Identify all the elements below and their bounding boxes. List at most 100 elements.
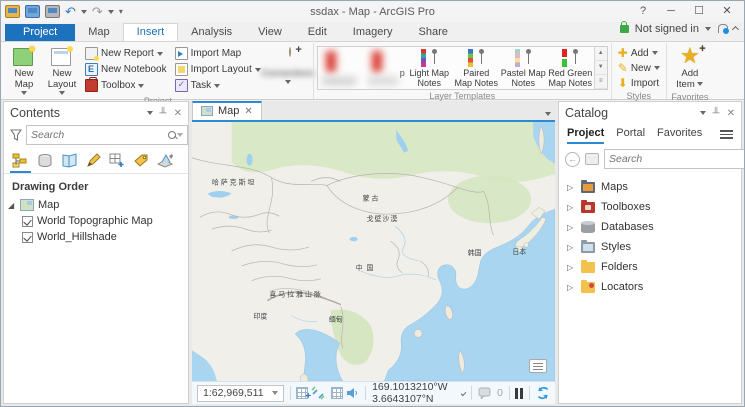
tab-project[interactable]: Project [5,24,75,41]
expand-icon[interactable]: ◢ [8,201,16,210]
collapse-ribbon-icon[interactable] [732,25,739,32]
tab-share[interactable]: Share [406,24,461,41]
redo-dropdown-icon[interactable] [108,10,114,14]
minimize-button[interactable]: ─ [658,3,684,20]
list-by-data-source-button[interactable] [35,151,55,173]
catalog-item-databases[interactable]: ▷ Databases [561,217,739,237]
expand-icon[interactable]: ▷ [567,243,575,252]
notifications-bell-icon[interactable] [717,24,727,35]
list-by-labeling-button[interactable] [131,151,151,173]
add-item-button[interactable]: ★ Add Item [670,45,710,91]
tab-view[interactable]: View [245,24,295,41]
tab-imagery[interactable]: Imagery [340,24,406,41]
expand-icon[interactable]: ▷ [567,203,575,212]
redo-icon[interactable]: ↷ [92,5,103,18]
catalog-tab-portal[interactable]: Portal [616,125,645,144]
save-project-icon[interactable] [45,5,60,18]
map-view-tab[interactable]: Map ✕ [192,101,262,120]
new-bookmark-icon[interactable] [296,386,305,400]
new-layout-button[interactable]: New Layout [44,45,80,95]
snapping-toggle-icon[interactable] [311,386,325,400]
new-report-button[interactable]: New Report [82,46,170,61]
tab-map[interactable]: Map [75,24,122,41]
import-map-button[interactable]: Import Map [172,46,264,61]
expand-icon[interactable]: ▷ [567,183,575,192]
styles-import-button[interactable]: ⬇Import [615,76,663,90]
catalog-search-input[interactable] [609,153,745,165]
tab-analysis[interactable]: Analysis [178,24,245,41]
undo-dropdown-icon[interactable] [81,10,87,14]
tab-edit[interactable]: Edit [295,24,340,41]
catalog-tab-favorites[interactable]: Favorites [657,125,702,144]
map-overview-button[interactable] [529,359,547,373]
styles-add-button[interactable]: ✚Add [615,46,663,60]
pin-icon[interactable]: ╨ [160,108,167,119]
undo-icon[interactable]: ↶ [65,5,76,18]
connections-button[interactable]: + Connections [266,45,310,84]
open-project-icon[interactable] [25,5,40,18]
pause-drawing-button[interactable] [515,388,523,399]
new-notebook-button[interactable]: New Notebook [82,62,170,77]
expand-icon[interactable]: ▷ [567,283,575,292]
sound-icon[interactable] [345,386,359,400]
search-icon[interactable] [168,131,177,140]
redacted-gallery-item[interactable] [318,47,362,89]
view-list-dropdown-icon[interactable] [545,112,551,116]
map-canvas[interactable]: 哈萨克斯坦 蒙古 戈壁沙漠 韩国 日本 中国 喜马拉雅山脉 印度 缅甸 [192,122,555,381]
scale-select[interactable]: 1:62,969,511 [197,385,284,402]
customize-qat-icon[interactable]: ▾ [119,7,123,16]
styles-new-button[interactable]: ✎New [615,61,663,75]
red-green-map-notes-button[interactable]: Red Green Map Notes [547,47,594,89]
pastel-map-notes-button[interactable]: Pastel Map Notes [500,47,547,89]
refresh-icon[interactable] [536,386,550,400]
close-pane-icon[interactable]: ✕ [174,108,182,119]
catalog-item-styles[interactable]: ▷ Styles [561,237,739,257]
toolbox-button[interactable]: Toolbox [82,78,170,93]
contents-search[interactable] [26,125,188,145]
layer-row[interactable]: World Topographic Map [4,213,188,229]
list-by-snapping-button[interactable] [107,151,127,173]
new-project-icon[interactable] [5,5,20,18]
import-layout-button[interactable]: Import Layout [172,62,264,77]
contents-search-input[interactable] [31,129,168,141]
layer-row[interactable]: World_Hillshade [4,229,188,245]
list-by-drawing-order-button[interactable] [10,151,31,173]
coordinates-dropdown-icon[interactable] [461,390,467,396]
signin-dropdown-icon[interactable] [705,27,711,31]
pin-icon[interactable]: ╨ [713,108,720,119]
layer-checkbox[interactable] [22,232,33,243]
catalog-item-maps[interactable]: ▷ Maps [561,177,739,197]
coordinates-display[interactable]: 169.1013210°W 3.6643107°N [372,381,465,405]
list-by-editing-button[interactable] [84,151,103,173]
grid-icon[interactable] [331,386,340,400]
expand-icon[interactable]: ▷ [567,223,575,232]
catalog-menu-icon[interactable] [720,130,733,139]
catalog-item-locators[interactable]: ▷ Locators [561,277,739,297]
catalog-tab-project[interactable]: Project [567,125,604,144]
task-button[interactable]: Task [172,78,264,93]
expand-icon[interactable]: ▷ [567,263,575,272]
pane-menu-icon[interactable] [147,111,153,115]
gallery-expand-icon[interactable]: ≡ [595,75,607,89]
catalog-item-folders[interactable]: ▷ Folders [561,257,739,277]
maximize-button[interactable]: ☐ [686,3,712,20]
close-button[interactable]: ✕ [714,3,740,20]
new-map-button[interactable]: New Map [6,45,42,95]
catalog-item-toolboxes[interactable]: ▷ Toolboxes [561,197,739,217]
help-button[interactable]: ? [630,3,656,20]
search-dropdown-icon[interactable] [177,133,183,137]
close-view-icon[interactable]: ✕ [244,106,252,117]
paired-map-notes-button[interactable]: Paired Map Notes [453,47,500,89]
map-tree-root[interactable]: ◢ Map [4,197,188,213]
signin-label[interactable]: Not signed in [635,23,699,35]
light-map-notes-button[interactable]: Light Map Notes [406,47,453,89]
notifications-icon[interactable] [478,386,491,400]
pane-menu-icon[interactable] [700,111,706,115]
gallery-scroll-down-icon[interactable]: ▼ [595,61,607,75]
list-by-selection-button[interactable] [59,151,80,173]
catalog-search[interactable] [604,149,745,169]
redacted-gallery-item[interactable]: p [362,47,406,89]
gallery-scroll-up-icon[interactable]: ▲ [595,47,607,61]
up-level-icon[interactable] [585,153,599,165]
close-pane-icon[interactable]: ✕ [727,108,735,119]
